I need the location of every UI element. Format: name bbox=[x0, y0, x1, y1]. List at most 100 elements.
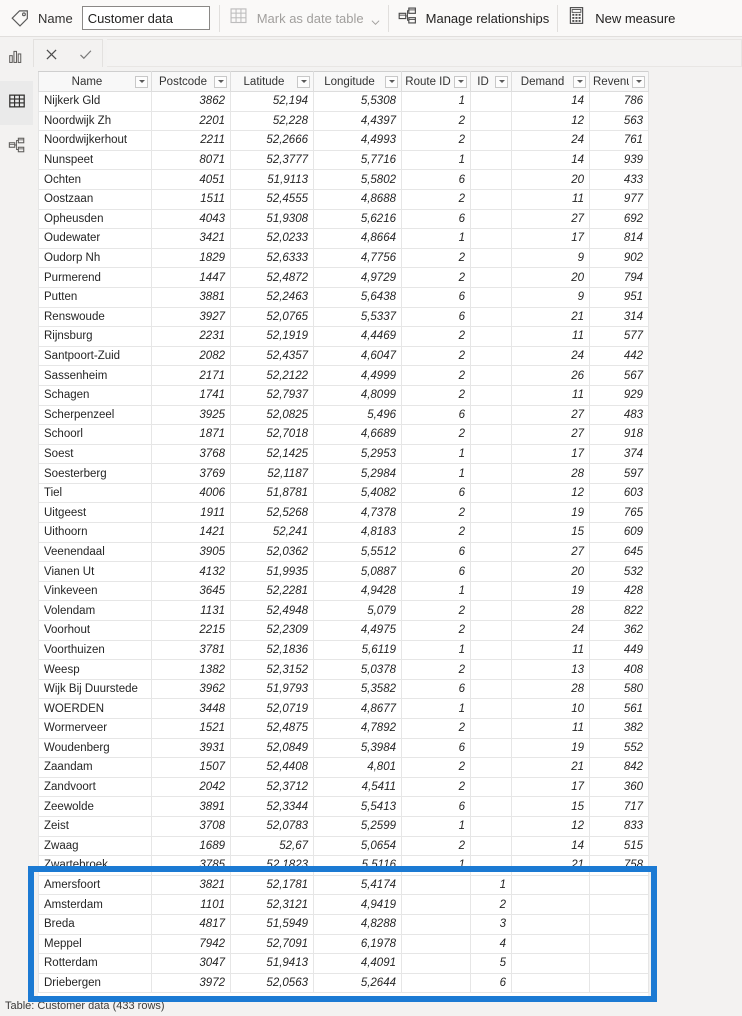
cell-name[interactable]: Amersfoort bbox=[38, 874, 152, 896]
cell-demand[interactable]: 12 bbox=[511, 110, 590, 132]
cell-demand[interactable]: 21 bbox=[511, 306, 590, 328]
cell-route[interactable]: 6 bbox=[401, 208, 471, 230]
cell-lat[interactable]: 51,9935 bbox=[230, 561, 314, 582]
cell-rev[interactable]: 977 bbox=[589, 188, 649, 210]
cell-name[interactable]: Rijnsburg bbox=[38, 326, 152, 347]
table-row[interactable]: Renswoude 3927 52,0765 5,5337 6 21 314 bbox=[38, 306, 649, 328]
cell-lat[interactable]: 52,1836 bbox=[230, 639, 314, 661]
cell-rev[interactable]: 374 bbox=[589, 443, 649, 465]
cell-rev[interactable]: 786 bbox=[589, 91, 649, 112]
table-row[interactable]: Zeewolde 3891 52,3344 5,5413 6 15 717 bbox=[38, 796, 649, 817]
cell-name[interactable]: Noordwijkerhout bbox=[38, 130, 152, 151]
cell-rev[interactable]: 939 bbox=[589, 149, 649, 171]
cell-lat[interactable]: 52,3152 bbox=[230, 659, 314, 680]
filter-caret-icon[interactable] bbox=[573, 75, 586, 88]
cell-demand[interactable]: 28 bbox=[511, 600, 590, 622]
cell-rev[interactable]: 483 bbox=[589, 404, 649, 426]
table-row[interactable]: Oudorp Nh 1829 52,6333 4,7756 2 9 902 bbox=[38, 247, 649, 269]
cell-name[interactable]: Breda bbox=[38, 913, 152, 935]
column-header-lng[interactable]: Longitude bbox=[313, 71, 402, 92]
cell-lat[interactable]: 51,9413 bbox=[230, 953, 314, 974]
cell-lng[interactable]: 5,6216 bbox=[313, 208, 402, 230]
cell-name[interactable]: Ochten bbox=[38, 169, 152, 190]
cell-lat[interactable]: 52,0765 bbox=[230, 306, 314, 328]
cell-name[interactable]: Santpoort-Zuid bbox=[38, 345, 152, 367]
cell-lat[interactable]: 52,2666 bbox=[230, 130, 314, 151]
cell-lng[interactable]: 5,6119 bbox=[313, 639, 402, 661]
cell-rev[interactable]: 360 bbox=[589, 776, 649, 798]
cell-post[interactable]: 8071 bbox=[151, 149, 231, 171]
cell-route[interactable]: 2 bbox=[401, 776, 471, 798]
cell-lat[interactable]: 52,0825 bbox=[230, 404, 314, 426]
cell-rev[interactable]: 597 bbox=[589, 463, 649, 484]
cell-route[interactable]: 6 bbox=[401, 541, 471, 563]
cell-name[interactable]: Driebergen bbox=[38, 972, 152, 994]
cell-name[interactable]: Voorhout bbox=[38, 620, 152, 641]
cell-id[interactable] bbox=[470, 384, 512, 406]
cell-lat[interactable]: 52,4408 bbox=[230, 757, 314, 778]
cell-name[interactable]: Oudorp Nh bbox=[38, 247, 152, 269]
filter-caret-icon[interactable] bbox=[297, 75, 310, 88]
cell-lat[interactable]: 52,1781 bbox=[230, 874, 314, 896]
cell-post[interactable]: 1421 bbox=[151, 522, 231, 543]
cell-lng[interactable]: 4,7756 bbox=[313, 247, 402, 269]
cell-route[interactable]: 1 bbox=[401, 228, 471, 249]
cell-lng[interactable]: 4,6047 bbox=[313, 345, 402, 367]
cell-route[interactable]: 2 bbox=[401, 424, 471, 445]
cell-lng[interactable]: 5,5802 bbox=[313, 169, 402, 190]
cell-demand[interactable]: 27 bbox=[511, 208, 590, 230]
filter-caret-icon[interactable] bbox=[454, 75, 467, 88]
cell-demand[interactable]: 27 bbox=[511, 404, 590, 426]
table-row[interactable]: Zwaag 1689 52,67 5,0654 2 14 515 bbox=[38, 835, 649, 857]
cell-rev[interactable]: 552 bbox=[589, 737, 649, 759]
cell-lng[interactable]: 5,3582 bbox=[313, 678, 402, 700]
table-row[interactable]: Nijkerk Gld 3862 52,194 5,5308 1 14 786 bbox=[38, 91, 649, 112]
filter-caret-icon[interactable] bbox=[632, 75, 645, 88]
cell-lat[interactable]: 52,3712 bbox=[230, 776, 314, 798]
cell-lat[interactable]: 52,3777 bbox=[230, 149, 314, 171]
cell-lng[interactable]: 4,8677 bbox=[313, 698, 402, 719]
cell-lng[interactable]: 5,0378 bbox=[313, 659, 402, 680]
cell-id[interactable] bbox=[470, 541, 512, 563]
cell-lng[interactable]: 5,2953 bbox=[313, 443, 402, 465]
cell-lat[interactable]: 51,5949 bbox=[230, 913, 314, 935]
cell-demand[interactable] bbox=[511, 894, 590, 915]
cell-route[interactable]: 2 bbox=[401, 502, 471, 524]
table-row[interactable]: Uitgeest 1911 52,5268 4,7378 2 19 765 bbox=[38, 502, 649, 524]
new-measure-button[interactable]: New measure bbox=[558, 0, 683, 37]
cell-lat[interactable]: 52,4872 bbox=[230, 267, 314, 288]
cell-demand[interactable]: 24 bbox=[511, 130, 590, 151]
table-row[interactable]: Putten 3881 52,2463 5,6438 6 9 951 bbox=[38, 286, 649, 308]
cell-rev[interactable]: 580 bbox=[589, 678, 649, 700]
cell-route[interactable]: 2 bbox=[401, 620, 471, 641]
cell-post[interactable]: 1382 bbox=[151, 659, 231, 680]
cell-post[interactable]: 3708 bbox=[151, 815, 231, 837]
cell-route[interactable]: 1 bbox=[401, 149, 471, 171]
table-row[interactable]: Breda 4817 51,5949 4,8288 3 bbox=[38, 913, 649, 935]
cell-post[interactable]: 1447 bbox=[151, 267, 231, 288]
cell-lng[interactable]: 5,5308 bbox=[313, 91, 402, 112]
cell-rev[interactable]: 902 bbox=[589, 247, 649, 269]
column-header-route[interactable]: Route ID bbox=[401, 71, 471, 92]
cell-demand[interactable]: 14 bbox=[511, 149, 590, 171]
cell-lat[interactable]: 52,0783 bbox=[230, 815, 314, 837]
cell-id[interactable] bbox=[470, 698, 512, 719]
table-row[interactable]: Schoorl 1871 52,7018 4,6689 2 27 918 bbox=[38, 424, 649, 445]
cell-route[interactable]: 6 bbox=[401, 737, 471, 759]
cell-id[interactable] bbox=[470, 796, 512, 817]
cell-name[interactable]: Nunspeet bbox=[38, 149, 152, 171]
cell-id[interactable] bbox=[470, 286, 512, 308]
cell-lng[interactable]: 4,9419 bbox=[313, 894, 402, 915]
cell-post[interactable]: 7942 bbox=[151, 933, 231, 955]
cell-id[interactable] bbox=[470, 561, 512, 582]
cell-demand[interactable] bbox=[511, 913, 590, 935]
cell-lng[interactable]: 5,079 bbox=[313, 600, 402, 622]
cell-name[interactable]: Oudewater bbox=[38, 228, 152, 249]
cell-demand[interactable]: 11 bbox=[511, 384, 590, 406]
cell-name[interactable]: Soesterberg bbox=[38, 463, 152, 484]
table-row[interactable]: Wormerveer 1521 52,4875 4,7892 2 11 382 bbox=[38, 718, 649, 739]
cell-post[interactable]: 3905 bbox=[151, 541, 231, 563]
cell-lat[interactable]: 51,9793 bbox=[230, 678, 314, 700]
cell-name[interactable]: Wormerveer bbox=[38, 718, 152, 739]
table-row[interactable]: Rotterdam 3047 51,9413 4,4091 5 bbox=[38, 953, 649, 974]
